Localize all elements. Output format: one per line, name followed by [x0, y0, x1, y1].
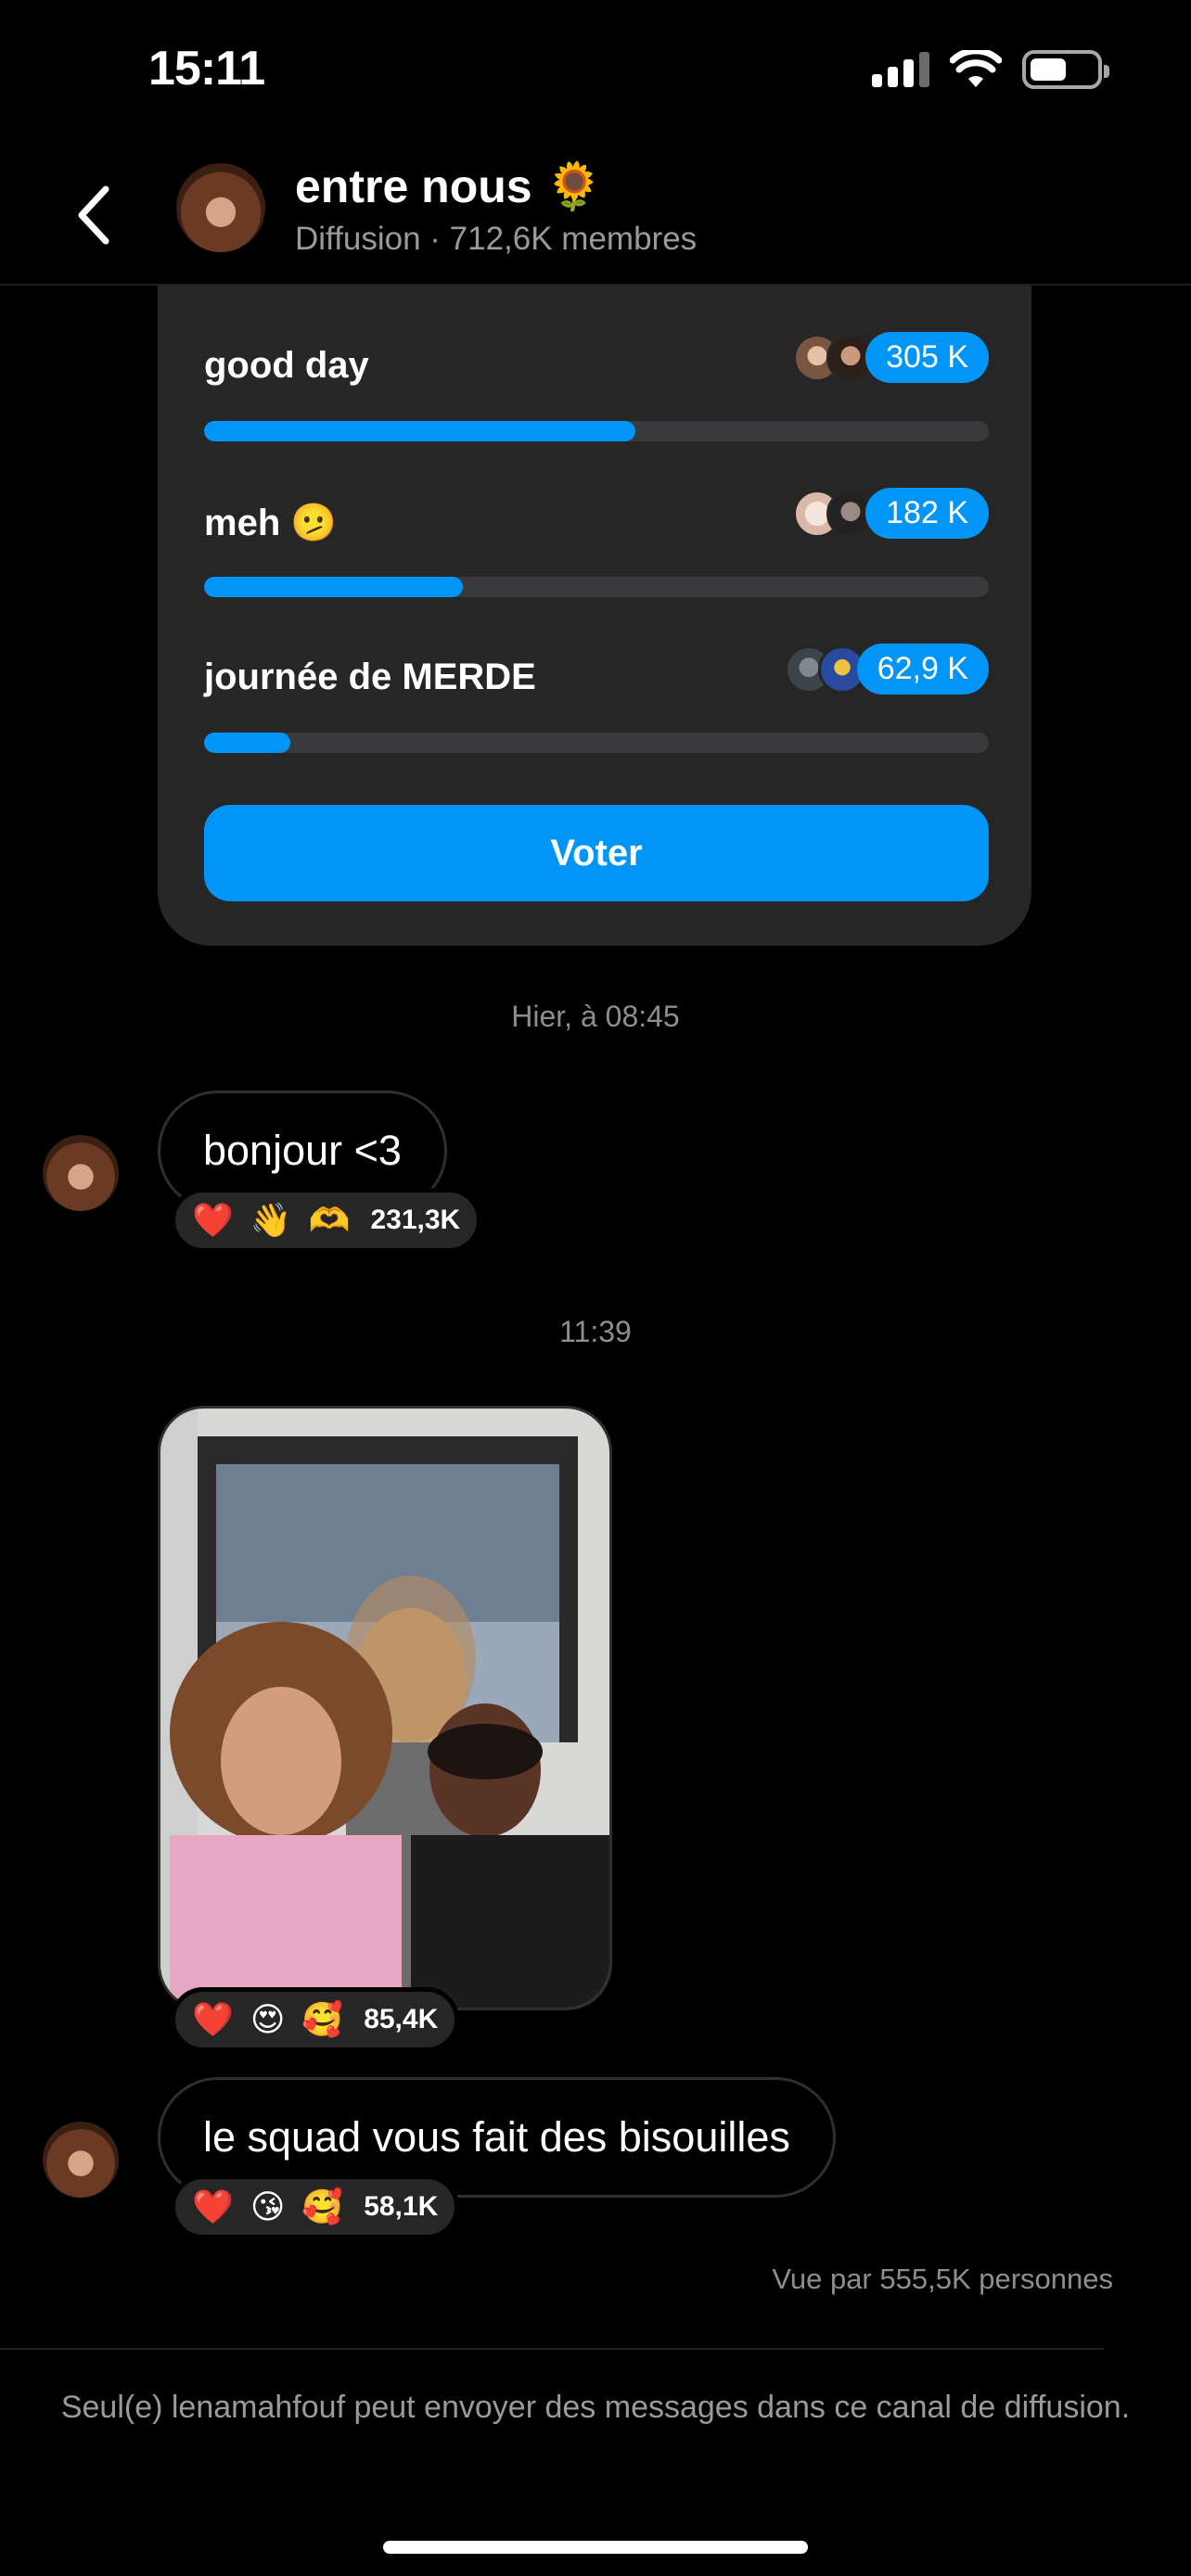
- broadcast-restriction-note: Seul(e) lenamahfouf peut envoyer des mes…: [60, 2390, 1131, 2425]
- heart-emoji-icon: ❤️: [192, 2000, 234, 2038]
- message-reactions[interactable]: ❤️ 👋 🫶 231,3K: [171, 1188, 482, 1253]
- poll-option-bar-fill: [204, 733, 291, 753]
- waving-hand-emoji-icon: 👋: [250, 1201, 292, 1239]
- poll-option-count: 182 K: [865, 488, 989, 539]
- poll-card: good day 305 K meh 🫤 182 K journée de ME…: [158, 286, 1031, 946]
- chevron-left-icon: [78, 185, 109, 245]
- home-indicator: [383, 2541, 808, 2554]
- wifi-icon: [950, 50, 1002, 87]
- broadcast-channel-screen: 15:11 entre nous 🌻 Diffusion · 712,6K me…: [0, 0, 1191, 2576]
- heart-emoji-icon: ❤️: [192, 1201, 234, 1239]
- poll-voters: 182 K: [793, 488, 989, 539]
- poll-option-label: journée de MERDE: [204, 657, 536, 697]
- cellular-signal-icon: [872, 52, 929, 87]
- poll-option-count: 62,9 K: [856, 644, 989, 695]
- message-reactions[interactable]: ❤️ 😘 🥰 58,1K: [171, 2174, 460, 2239]
- reaction-count: 85,4K: [364, 2004, 439, 2034]
- timestamp: Hier, à 08:45: [511, 1000, 680, 1033]
- heart-emoji-icon: ❤️: [192, 2187, 234, 2225]
- poll-option-bar: [204, 421, 989, 441]
- group-selfie-image: [160, 1409, 609, 2008]
- reaction-count: 58,1K: [364, 2191, 439, 2222]
- poll-voters: 305 K: [793, 332, 989, 383]
- channel-avatar[interactable]: [176, 163, 265, 252]
- poll-option-label: meh 🫤: [204, 503, 338, 543]
- status-icons: [872, 50, 1109, 89]
- photo-reactions[interactable]: ❤️ 😍 🥰 85,4K: [171, 1987, 460, 2052]
- poll-option-bar: [204, 577, 989, 597]
- heart-hands-emoji-icon: 🫶: [308, 1201, 351, 1239]
- kiss-emoji-icon: 😘: [250, 2187, 286, 2225]
- poll-option-count: 305 K: [865, 332, 989, 383]
- poll-option-label: good day: [204, 345, 369, 386]
- heart-eyes-emoji-icon: 😍: [250, 2000, 286, 2038]
- channel-title[interactable]: entre nous 🌻: [295, 159, 603, 214]
- divider: [0, 2348, 1104, 2350]
- chat-header: entre nous 🌻 Diffusion · 712,6K membres: [0, 148, 1191, 286]
- photo-message[interactable]: [158, 1406, 612, 2010]
- smiling-hearts-emoji-icon: 🥰: [301, 2187, 344, 2225]
- channel-subtitle: Diffusion · 712,6K membres: [295, 221, 698, 257]
- timestamp: 11:39: [559, 1315, 632, 1348]
- battery-icon: [1022, 50, 1109, 89]
- reaction-count: 231,3K: [370, 1205, 461, 1235]
- sender-avatar[interactable]: [43, 2122, 119, 2198]
- back-button[interactable]: [74, 178, 130, 252]
- poll-voters: 62,9 K: [784, 644, 989, 695]
- vote-button[interactable]: Voter: [204, 805, 989, 901]
- status-time: 15:11: [148, 42, 265, 96]
- poll-option-bar-fill: [204, 421, 636, 441]
- poll-option-bar-fill: [204, 577, 464, 597]
- poll-option-bar: [204, 733, 989, 753]
- seen-by-label[interactable]: Vue par 555,5K personnes: [772, 2263, 1113, 2296]
- smiling-hearts-emoji-icon: 🥰: [301, 2000, 344, 2038]
- sender-avatar[interactable]: [43, 1135, 119, 1211]
